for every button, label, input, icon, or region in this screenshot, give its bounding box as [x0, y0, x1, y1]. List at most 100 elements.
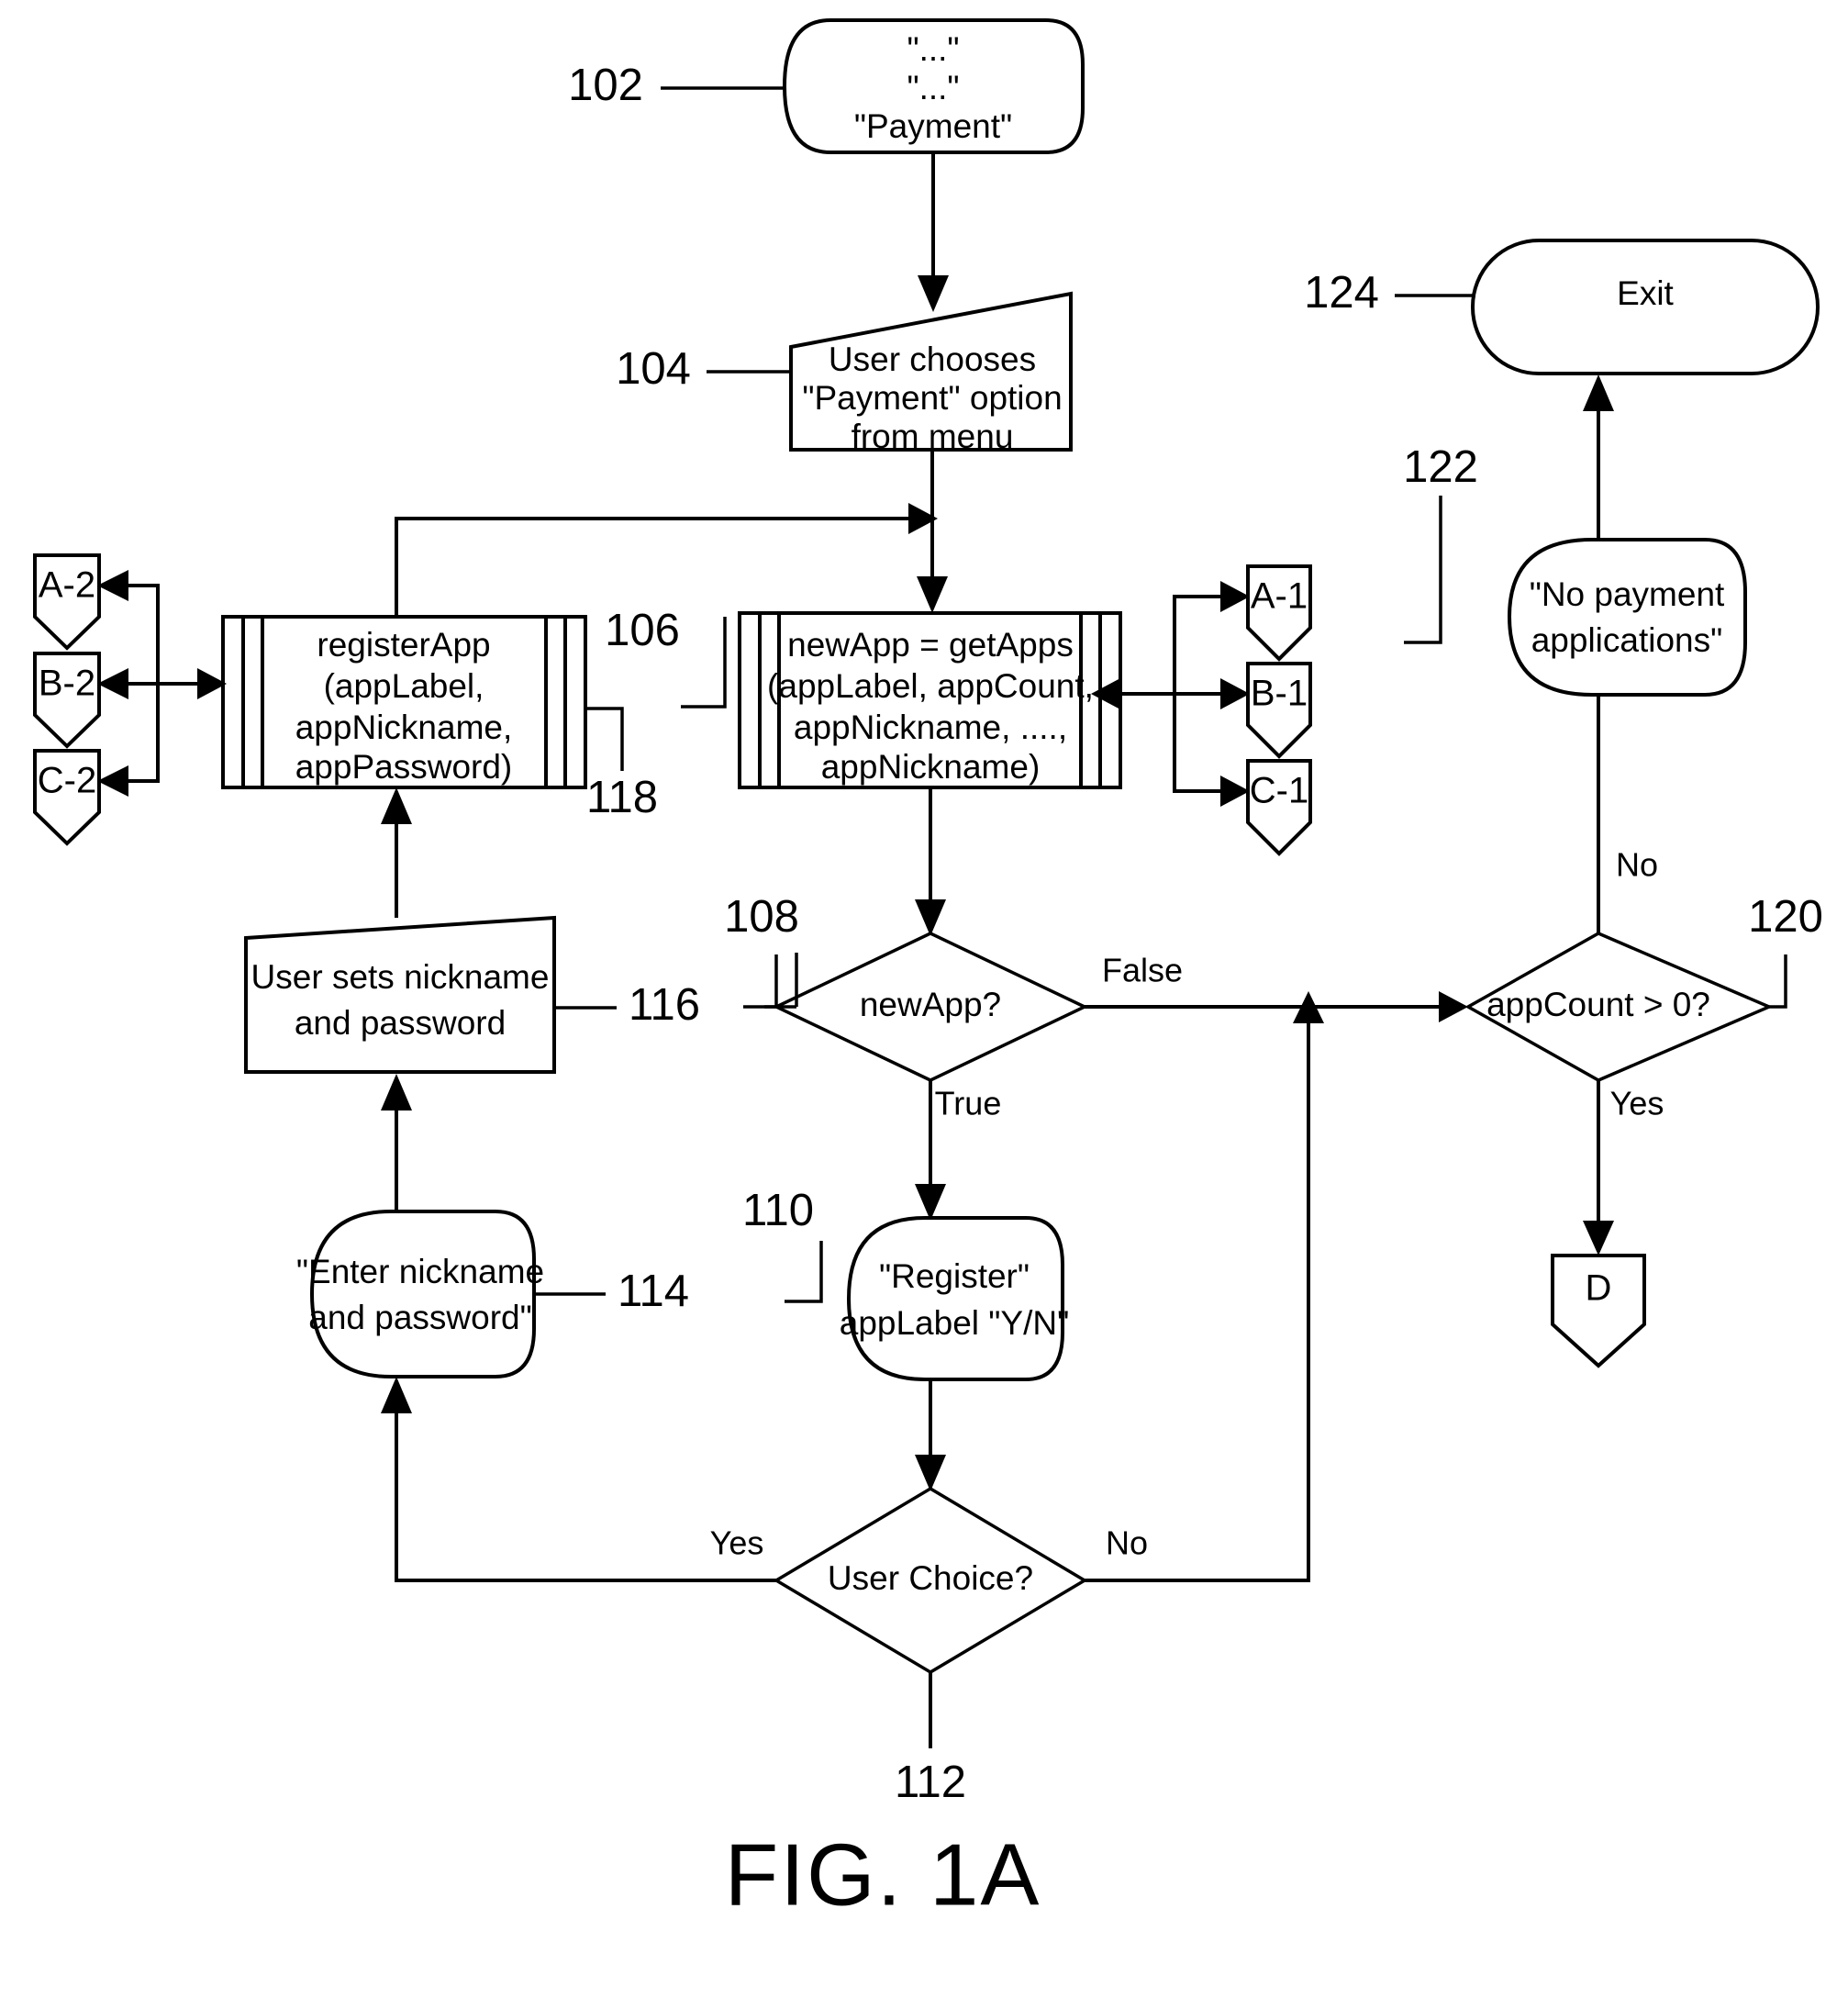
node-122-leader	[1404, 496, 1442, 644]
node-106: newApp = getApps (appLabel, appCount, ap…	[605, 606, 1122, 789]
edge-102-104-arrowhead	[918, 275, 949, 312]
node-110-leader	[785, 1241, 823, 1303]
patent-figure: "..." "..." "Payment" 102 User chooses "…	[0, 0, 1848, 2009]
edge-118-c2-arrowhead	[97, 765, 128, 797]
node-116: User sets nickname and password 116	[244, 915, 700, 1074]
node-110-line-1: "Register"	[879, 1257, 1030, 1295]
node-122: "No payment applications" 122	[1403, 442, 1747, 697]
ref-number-110: 110	[742, 1186, 814, 1235]
node-122-line-2: applications"	[1531, 621, 1723, 659]
node-108-label: newApp?	[860, 986, 1001, 1023]
edge-108-true-to-110: True	[915, 1080, 1001, 1221]
node-120-label: appCount > 0?	[1486, 986, 1710, 1023]
ref-number-124: 124	[1304, 268, 1379, 318]
connector-a2: A-2	[33, 553, 101, 651]
edge-118-to-106-loop	[395, 503, 938, 617]
node-104: User chooses "Payment" option from menu …	[616, 291, 1073, 455]
node-118: registerApp (appLabel, appNickname, appP…	[221, 615, 658, 822]
edge-label-120-yes: Yes	[1610, 1085, 1664, 1122]
node-116-line-2: and password	[295, 1004, 506, 1042]
edge-104-to-106	[917, 450, 948, 613]
node-116-line-1: User sets nickname	[251, 958, 550, 996]
node-112: User Choice? 112	[773, 1486, 1088, 1807]
connector-b1: B-1	[1246, 662, 1312, 759]
connector-a1-label: A-1	[1251, 576, 1308, 617]
edge-label-112-yes: Yes	[710, 1524, 764, 1562]
connector-b1-label: B-1	[1251, 674, 1308, 714]
edge-118-b2-arrowhead	[97, 668, 128, 699]
ref-number-102: 102	[568, 61, 643, 110]
node-102-line-3: "Payment"	[854, 107, 1012, 145]
edge-122-to-124	[1583, 374, 1614, 540]
node-106-leader	[681, 617, 727, 709]
node-104-line-3: from menu	[852, 418, 1014, 455]
ref-number-120: 120	[1748, 892, 1823, 942]
edge-110-112-arrowhead	[915, 1455, 946, 1491]
node-120-leader	[1769, 954, 1787, 1009]
edge-118-a2-line	[128, 584, 160, 693]
edge-106-a1-arrowhead	[1220, 581, 1250, 612]
connector-c1-label: C-1	[1250, 771, 1308, 811]
edge-114-to-116	[381, 1074, 412, 1211]
ref-number-112: 112	[895, 1758, 966, 1807]
node-118-line-4: appPassword)	[295, 748, 513, 786]
edge-108-false-to-120: False	[1085, 952, 1468, 1022]
ref-number-114: 114	[618, 1267, 689, 1316]
edge-106-a1-line	[1173, 595, 1220, 702]
node-112-label: User Choice?	[828, 1559, 1033, 1597]
node-122-line-1: "No payment	[1530, 575, 1725, 613]
connector-a1: A-1	[1246, 564, 1312, 662]
edge-106-to-108	[915, 787, 946, 936]
edge-108-false-arrowhead	[1439, 991, 1468, 1022]
edge-106-c1-arrowhead	[1220, 776, 1250, 807]
node-108: newApp? 108	[724, 892, 1089, 1082]
node-102-line-1: "..."	[907, 30, 959, 68]
node-118-leader	[585, 707, 624, 771]
connector-d: D	[1551, 1254, 1646, 1368]
figure-caption: FIG. 1A	[725, 1825, 1041, 1924]
node-102: "..." "..." "Payment" 102	[568, 18, 1085, 154]
edge-108-true-arrowhead	[915, 1184, 946, 1221]
connector-c1: C-1	[1246, 759, 1312, 856]
node-110: "Register" appLabel "Y/N" 110	[742, 1186, 1069, 1381]
edge-106-c1-line	[1173, 702, 1220, 793]
node-120: appCount > 0? 120	[1464, 892, 1823, 1082]
node-118-line-1: registerApp	[317, 626, 490, 664]
ref-number-122: 122	[1403, 442, 1478, 492]
node-124-label: Exit	[1617, 274, 1674, 312]
edge-114-116-arrowhead	[381, 1074, 412, 1111]
node-104-line-2: "Payment" option	[802, 379, 1062, 417]
node-118-line-2: (appLabel,	[324, 667, 484, 705]
node-110-shape	[846, 1216, 1064, 1381]
edge-116-118-arrowhead	[381, 787, 412, 824]
connector-c2-label: C-2	[38, 761, 96, 801]
edge-112-no-line	[1085, 1023, 1310, 1582]
node-114-line-2: and password"	[308, 1299, 532, 1336]
edges-118-to-left-connectors	[97, 570, 227, 797]
edge-label-120-no: No	[1616, 846, 1658, 884]
edge-110-to-112	[915, 1379, 946, 1491]
edge-122-124-arrowhead	[1583, 374, 1614, 411]
ref-number-116: 116	[629, 980, 700, 1030]
edge-112-yes-arrowhead	[381, 1377, 412, 1413]
edge-label-112-no: No	[1106, 1524, 1148, 1562]
flowchart-canvas: "..." "..." "Payment" 102 User chooses "…	[33, 18, 1823, 1924]
node-114-line-1: "Enter nickname	[296, 1253, 544, 1290]
connector-a2-label: A-2	[39, 565, 95, 606]
ref-number-104: 104	[616, 344, 691, 394]
node-106-line-3: appNickname, ....,	[794, 709, 1067, 746]
node-106-line-4: appNickname)	[821, 748, 1041, 786]
node-114: "Enter nickname and password" 114	[296, 1210, 689, 1378]
ref-number-118: 118	[586, 773, 658, 822]
node-106-line-2: (appLabel, appCount,	[767, 667, 1094, 705]
edge-118-106-loop-line	[395, 517, 908, 617]
connector-c2: C-2	[33, 749, 101, 846]
edge-120-yes-arrowhead	[1583, 1221, 1614, 1256]
edge-120-yes-to-d: Yes	[1583, 1080, 1664, 1256]
edge-106-b1-arrowhead	[1220, 678, 1250, 709]
edge-112-yes-to-114: Yes	[381, 1377, 776, 1582]
edge-118-a2-arrowhead	[97, 570, 128, 601]
connector-d-label: D	[1586, 1268, 1612, 1309]
edge-118-c2-line	[128, 693, 160, 783]
node-102-line-2: "..."	[907, 69, 959, 106]
